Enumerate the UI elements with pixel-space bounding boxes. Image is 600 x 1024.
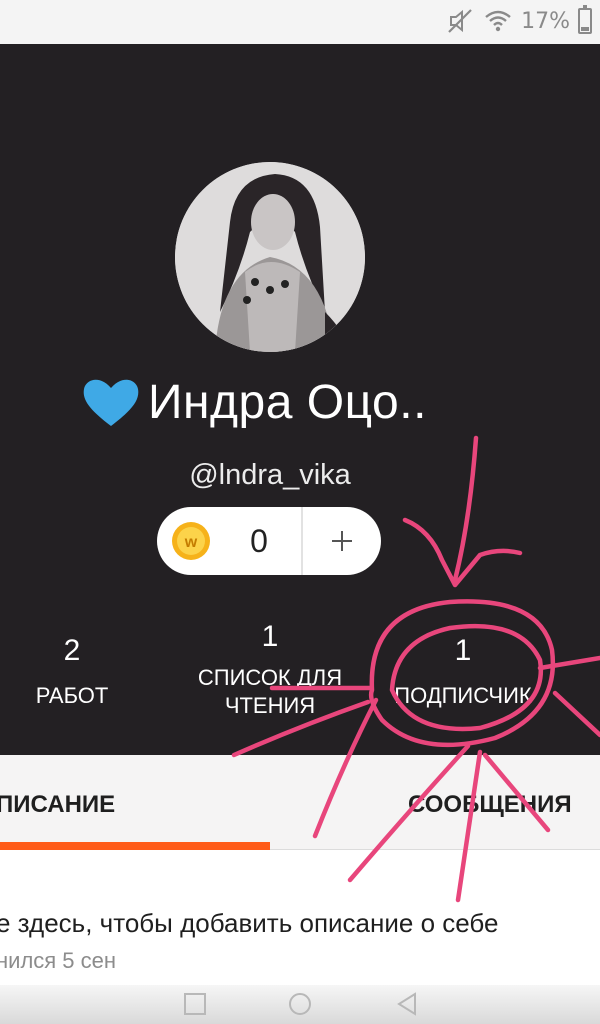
battery-icon (578, 5, 592, 34)
add-coins-button[interactable] (303, 507, 381, 575)
reading-lists-label-line1: СПИСОК ДЛЯ (197, 665, 343, 690)
add-description-prompt[interactable]: е здесь, чтобы добавить описание о себе (0, 908, 498, 939)
mute-icon (448, 9, 472, 33)
followers-label: ПОДПИСЧИК (394, 683, 532, 708)
status-bar: 17% (0, 0, 600, 44)
blue-heart-icon (83, 379, 139, 426)
battery-percentage: 17% (521, 8, 570, 34)
stat-followers[interactable]: 1 ПОДПИСЧИК (378, 634, 548, 710)
joined-date: нился 5 сен (0, 948, 117, 973)
status-icons: 17% (445, 5, 592, 36)
profile-header: Индра Оцо.. @lndra_vika w 0 2 РАБОТ 1 СП… (0, 44, 600, 755)
followers-count: 1 (454, 634, 472, 667)
reading-lists-label-line2: ЧТЕНИЯ (224, 693, 316, 718)
home-circle-icon[interactable] (287, 991, 313, 1017)
avatar[interactable] (175, 162, 365, 352)
works-label: РАБОТ (35, 683, 109, 708)
tab-messages[interactable]: СООБЩЕНИЯ (408, 791, 572, 819)
avatar-illustration (175, 162, 365, 352)
system-navigation-bar (0, 985, 600, 1024)
username-handle: @lndra_vika (189, 459, 351, 491)
stat-works[interactable]: 2 РАБОТ (12, 634, 132, 710)
coin-count: 0 (250, 523, 268, 559)
profile-name-row: Индра Оцо.. (80, 374, 427, 430)
wifi-icon (485, 10, 511, 32)
profile-tabs: ПИСАНИЕ СООБЩЕНИЯ (0, 755, 600, 850)
coin-balance-pill[interactable]: w 0 (157, 507, 381, 575)
tab-about[interactable]: ПИСАНИЕ (0, 791, 115, 819)
stat-reading-lists[interactable]: 1 СПИСОК ДЛЯ ЧТЕНИЯ (170, 620, 370, 720)
works-count: 2 (63, 634, 81, 667)
active-tab-indicator (0, 842, 270, 850)
wattpad-coin-icon: w (172, 522, 210, 560)
back-triangle-icon[interactable] (394, 991, 420, 1017)
profile-name: Индра Оцо.. (148, 375, 427, 429)
svg-text:w: w (184, 534, 198, 551)
plus-icon (332, 531, 352, 551)
reading-lists-count: 1 (261, 620, 279, 653)
about-section: е здесь, чтобы добавить описание о себе … (0, 850, 600, 990)
recents-square-icon[interactable] (182, 991, 208, 1017)
